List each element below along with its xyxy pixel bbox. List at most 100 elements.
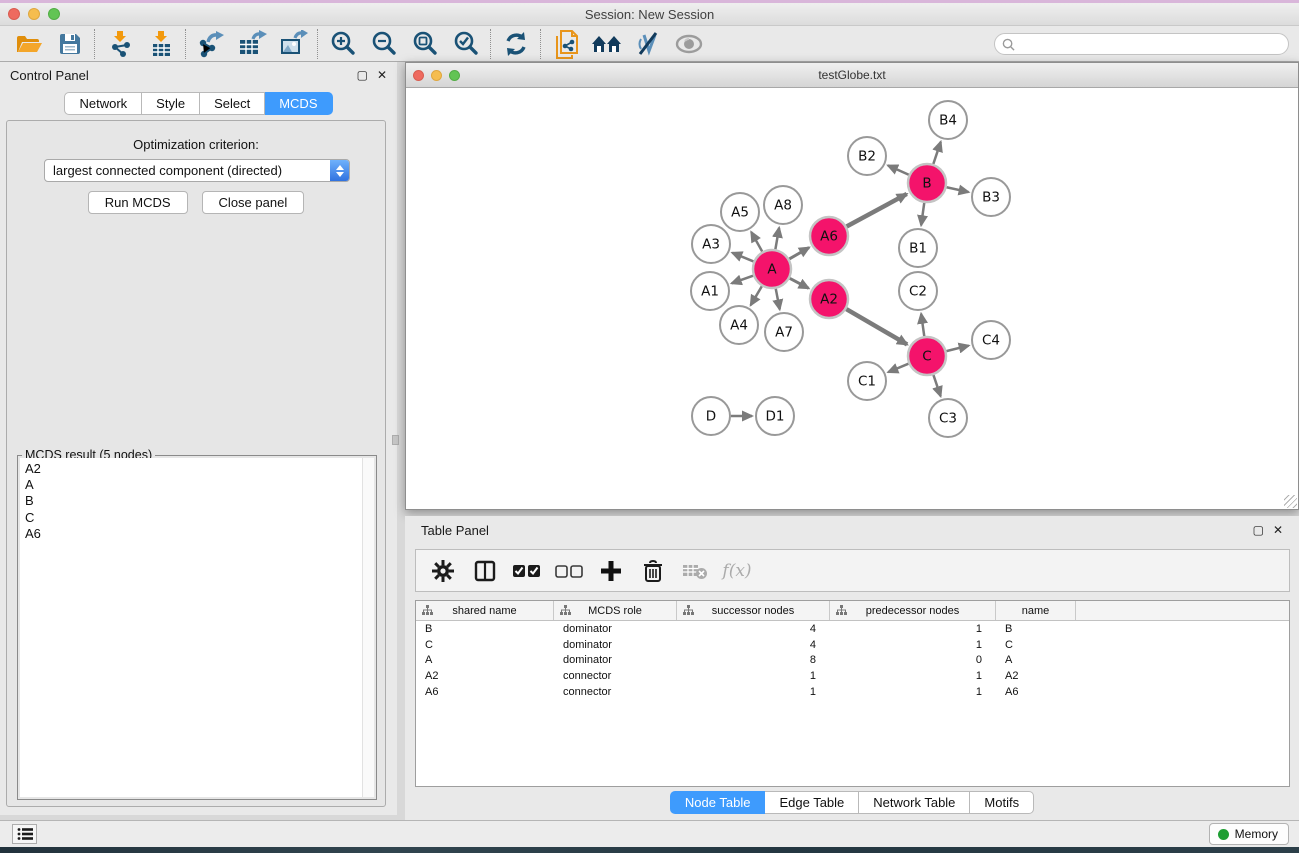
graph-edge-A-A7[interactable] <box>776 289 780 310</box>
search-field[interactable] <box>994 33 1289 55</box>
tab-network[interactable]: Network <box>64 92 142 115</box>
graph-edge-B-B3[interactable] <box>947 187 969 192</box>
desktop-background <box>0 847 1299 853</box>
mcds-result-list[interactable]: A2ABCA6 <box>20 458 374 797</box>
graph-edge-C-C3[interactable] <box>933 375 940 396</box>
table-cell: 0 <box>830 654 996 666</box>
export-network-button[interactable] <box>190 28 231 60</box>
import-table-button[interactable] <box>140 28 181 60</box>
float-panel-icon[interactable]: ▢ <box>357 68 368 82</box>
table-row[interactable]: Adominator80A <box>416 653 1289 669</box>
graph-edge-B-B1[interactable] <box>921 203 924 225</box>
graph-edge-A-A5[interactable] <box>751 232 762 252</box>
tab-edge-table[interactable]: Edge Table <box>765 791 859 814</box>
result-item[interactable]: A <box>25 477 374 493</box>
table-row[interactable]: Bdominator41B <box>416 621 1289 637</box>
zoom-selected-icon <box>452 30 480 58</box>
fx-icon: f(x) <box>722 561 751 581</box>
table-cell: A <box>996 654 1076 666</box>
column-header-filler <box>1076 601 1289 620</box>
tab-style[interactable]: Style <box>142 92 200 115</box>
column-header-successor-nodes[interactable]: successor nodes <box>677 601 830 620</box>
graph-edge-C-C4[interactable] <box>946 346 968 352</box>
table-cell: connector <box>554 686 677 698</box>
graph-node-label: A <box>767 262 777 278</box>
delete-table-icon <box>682 562 708 580</box>
session-title: Session: New Session <box>0 7 1299 22</box>
network-window-title: testGlobe.txt <box>406 68 1298 82</box>
column-layout-button[interactable] <box>466 553 504 589</box>
graph-edge-B-B4[interactable] <box>933 142 940 164</box>
result-scrollbar[interactable] <box>362 458 374 797</box>
graph-edge-C-C1[interactable] <box>888 364 908 372</box>
refresh-network-button[interactable] <box>495 28 536 60</box>
graph-edge-A-A2[interactable] <box>790 278 809 288</box>
result-item[interactable]: A2 <box>25 461 374 477</box>
result-item[interactable]: C <box>25 510 374 526</box>
memory-button[interactable]: Memory <box>1209 823 1289 845</box>
table-cell: dominator <box>554 623 677 635</box>
tab-select[interactable]: Select <box>200 92 265 115</box>
delete-column-button[interactable] <box>634 553 672 589</box>
result-item[interactable]: B <box>25 493 374 509</box>
graph-edge-B-B2[interactable] <box>888 165 909 174</box>
graph-edge-A-A1[interactable] <box>732 276 753 284</box>
graph-edge-A-A6[interactable] <box>789 248 809 259</box>
export-table-button[interactable] <box>231 28 272 60</box>
zoom-in-button[interactable] <box>322 28 363 60</box>
close-panel-button[interactable]: Close panel <box>202 191 305 214</box>
table-cell: 1 <box>830 623 996 635</box>
show-hide-button[interactable] <box>668 28 709 60</box>
column-header-name[interactable]: name <box>996 601 1076 620</box>
task-history-button[interactable] <box>12 824 37 844</box>
tab-network-table[interactable]: Network Table <box>859 791 970 814</box>
graph-edge-C-C2[interactable] <box>921 314 924 336</box>
run-mcds-button[interactable]: Run MCDS <box>88 191 188 214</box>
graph-edge-A2-C[interactable] <box>846 309 907 344</box>
network-canvas[interactable]: B4B2BB3A8A5A6A3B1AA1C2A2A4A7C4CC1C3DD1 <box>406 88 1298 509</box>
close-table-panel-icon[interactable]: ✕ <box>1273 523 1283 537</box>
column-header-MCDS-role[interactable]: MCDS role <box>554 601 677 620</box>
export-image-button[interactable] <box>272 28 313 60</box>
close-panel-icon[interactable]: ✕ <box>377 68 387 82</box>
graph-edge-A-A4[interactable] <box>751 286 762 305</box>
network-view-window: testGlobe.txt B4B2BB3A8A5A6A3B1AA1C2A2A4… <box>405 62 1299 510</box>
tab-motifs[interactable]: Motifs <box>970 791 1034 814</box>
select-all-button[interactable] <box>508 553 546 589</box>
import-network-button[interactable] <box>99 28 140 60</box>
network-graph[interactable]: B4B2BB3A8A5A6A3B1AA1C2A2A4A7C4CC1C3DD1 <box>406 88 1298 509</box>
table-row[interactable]: A2connector11A2 <box>416 668 1289 684</box>
table-row[interactable]: A6connector11A6 <box>416 684 1289 700</box>
delete-table-button[interactable] <box>676 553 714 589</box>
resize-grip-icon[interactable] <box>1284 495 1297 508</box>
network-overview-button[interactable] <box>545 28 586 60</box>
graph-edge-A-A8[interactable] <box>775 228 779 250</box>
gear-icon <box>432 560 454 582</box>
toggle-graphics-details-button[interactable] <box>627 28 668 60</box>
result-item[interactable]: A6 <box>25 526 374 542</box>
function-builder-button[interactable]: f(x) <box>718 553 756 589</box>
panel-divider-grip[interactable] <box>392 435 399 445</box>
home-button[interactable] <box>586 28 627 60</box>
zoom-selected-button[interactable] <box>445 28 486 60</box>
tab-mcds[interactable]: MCDS <box>265 92 332 115</box>
table-cell: B <box>416 623 554 635</box>
add-column-button[interactable] <box>592 553 630 589</box>
optimization-criterion-dropdown[interactable]: largest connected component (directed) <box>44 159 350 182</box>
table-settings-button[interactable] <box>424 553 462 589</box>
graph-edge-A-A3[interactable] <box>732 253 753 262</box>
tab-node-table[interactable]: Node Table <box>670 791 766 814</box>
column-header-predecessor-nodes[interactable]: predecessor nodes <box>830 601 996 620</box>
zoom-out-button[interactable] <box>363 28 404 60</box>
float-table-panel-icon[interactable]: ▢ <box>1253 523 1264 537</box>
deselect-all-button[interactable] <box>550 553 588 589</box>
table-row[interactable]: Cdominator41C <box>416 637 1289 653</box>
search-input[interactable] <box>1015 37 1288 51</box>
trash-icon <box>643 560 663 582</box>
zoom-fit-button[interactable] <box>404 28 445 60</box>
column-header-shared-name[interactable]: shared name <box>416 601 554 620</box>
open-session-button[interactable] <box>8 28 49 60</box>
network-file-icon <box>552 29 580 59</box>
save-session-button[interactable] <box>49 28 90 60</box>
graph-edge-A6-B[interactable] <box>847 194 907 227</box>
